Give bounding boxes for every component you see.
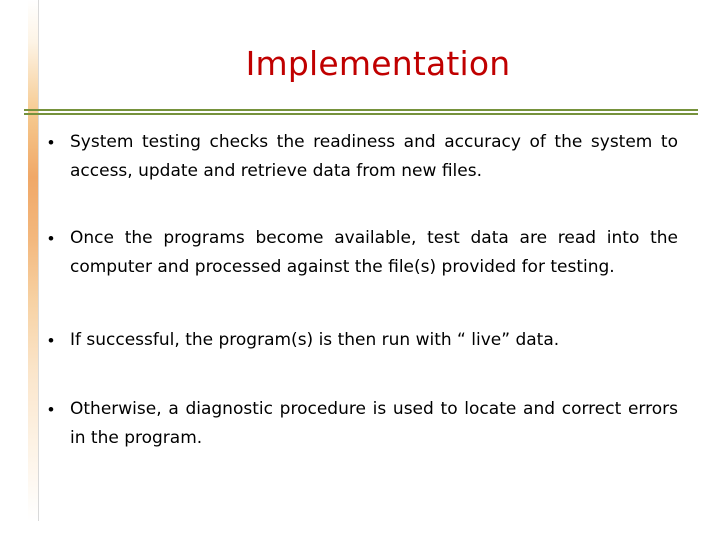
left-accent-divider [38,0,39,521]
title-divider-line-top [24,109,698,111]
left-accent-bar [28,0,38,521]
list-item-text: If successful, the program(s) is then ru… [70,330,560,350]
list-item: • System testing checks the readiness an… [48,128,678,186]
list-item-text: Otherwise, a diagnostic procedure is use… [70,399,678,448]
slide: Implementation • System testing checks t… [0,0,720,540]
list-item: • Once the programs become available, te… [48,224,678,282]
bullet-marker-icon: • [48,229,54,248]
bullet-marker-icon: • [48,331,54,350]
bullet-marker-icon: • [48,400,54,419]
bullet-marker-icon: • [48,133,54,152]
title-divider [24,109,698,115]
list-item: • Otherwise, a diagnostic procedure is u… [48,395,678,453]
title-divider-line-bottom [24,113,698,115]
list-item: • If successful, the program(s) is then … [48,326,678,355]
bullet-list: • System testing checks the readiness an… [48,128,678,453]
list-item-text: System testing checks the readiness and … [70,132,678,181]
page-title: Implementation [245,44,511,83]
list-item-text: Once the programs become available, test… [70,228,678,277]
